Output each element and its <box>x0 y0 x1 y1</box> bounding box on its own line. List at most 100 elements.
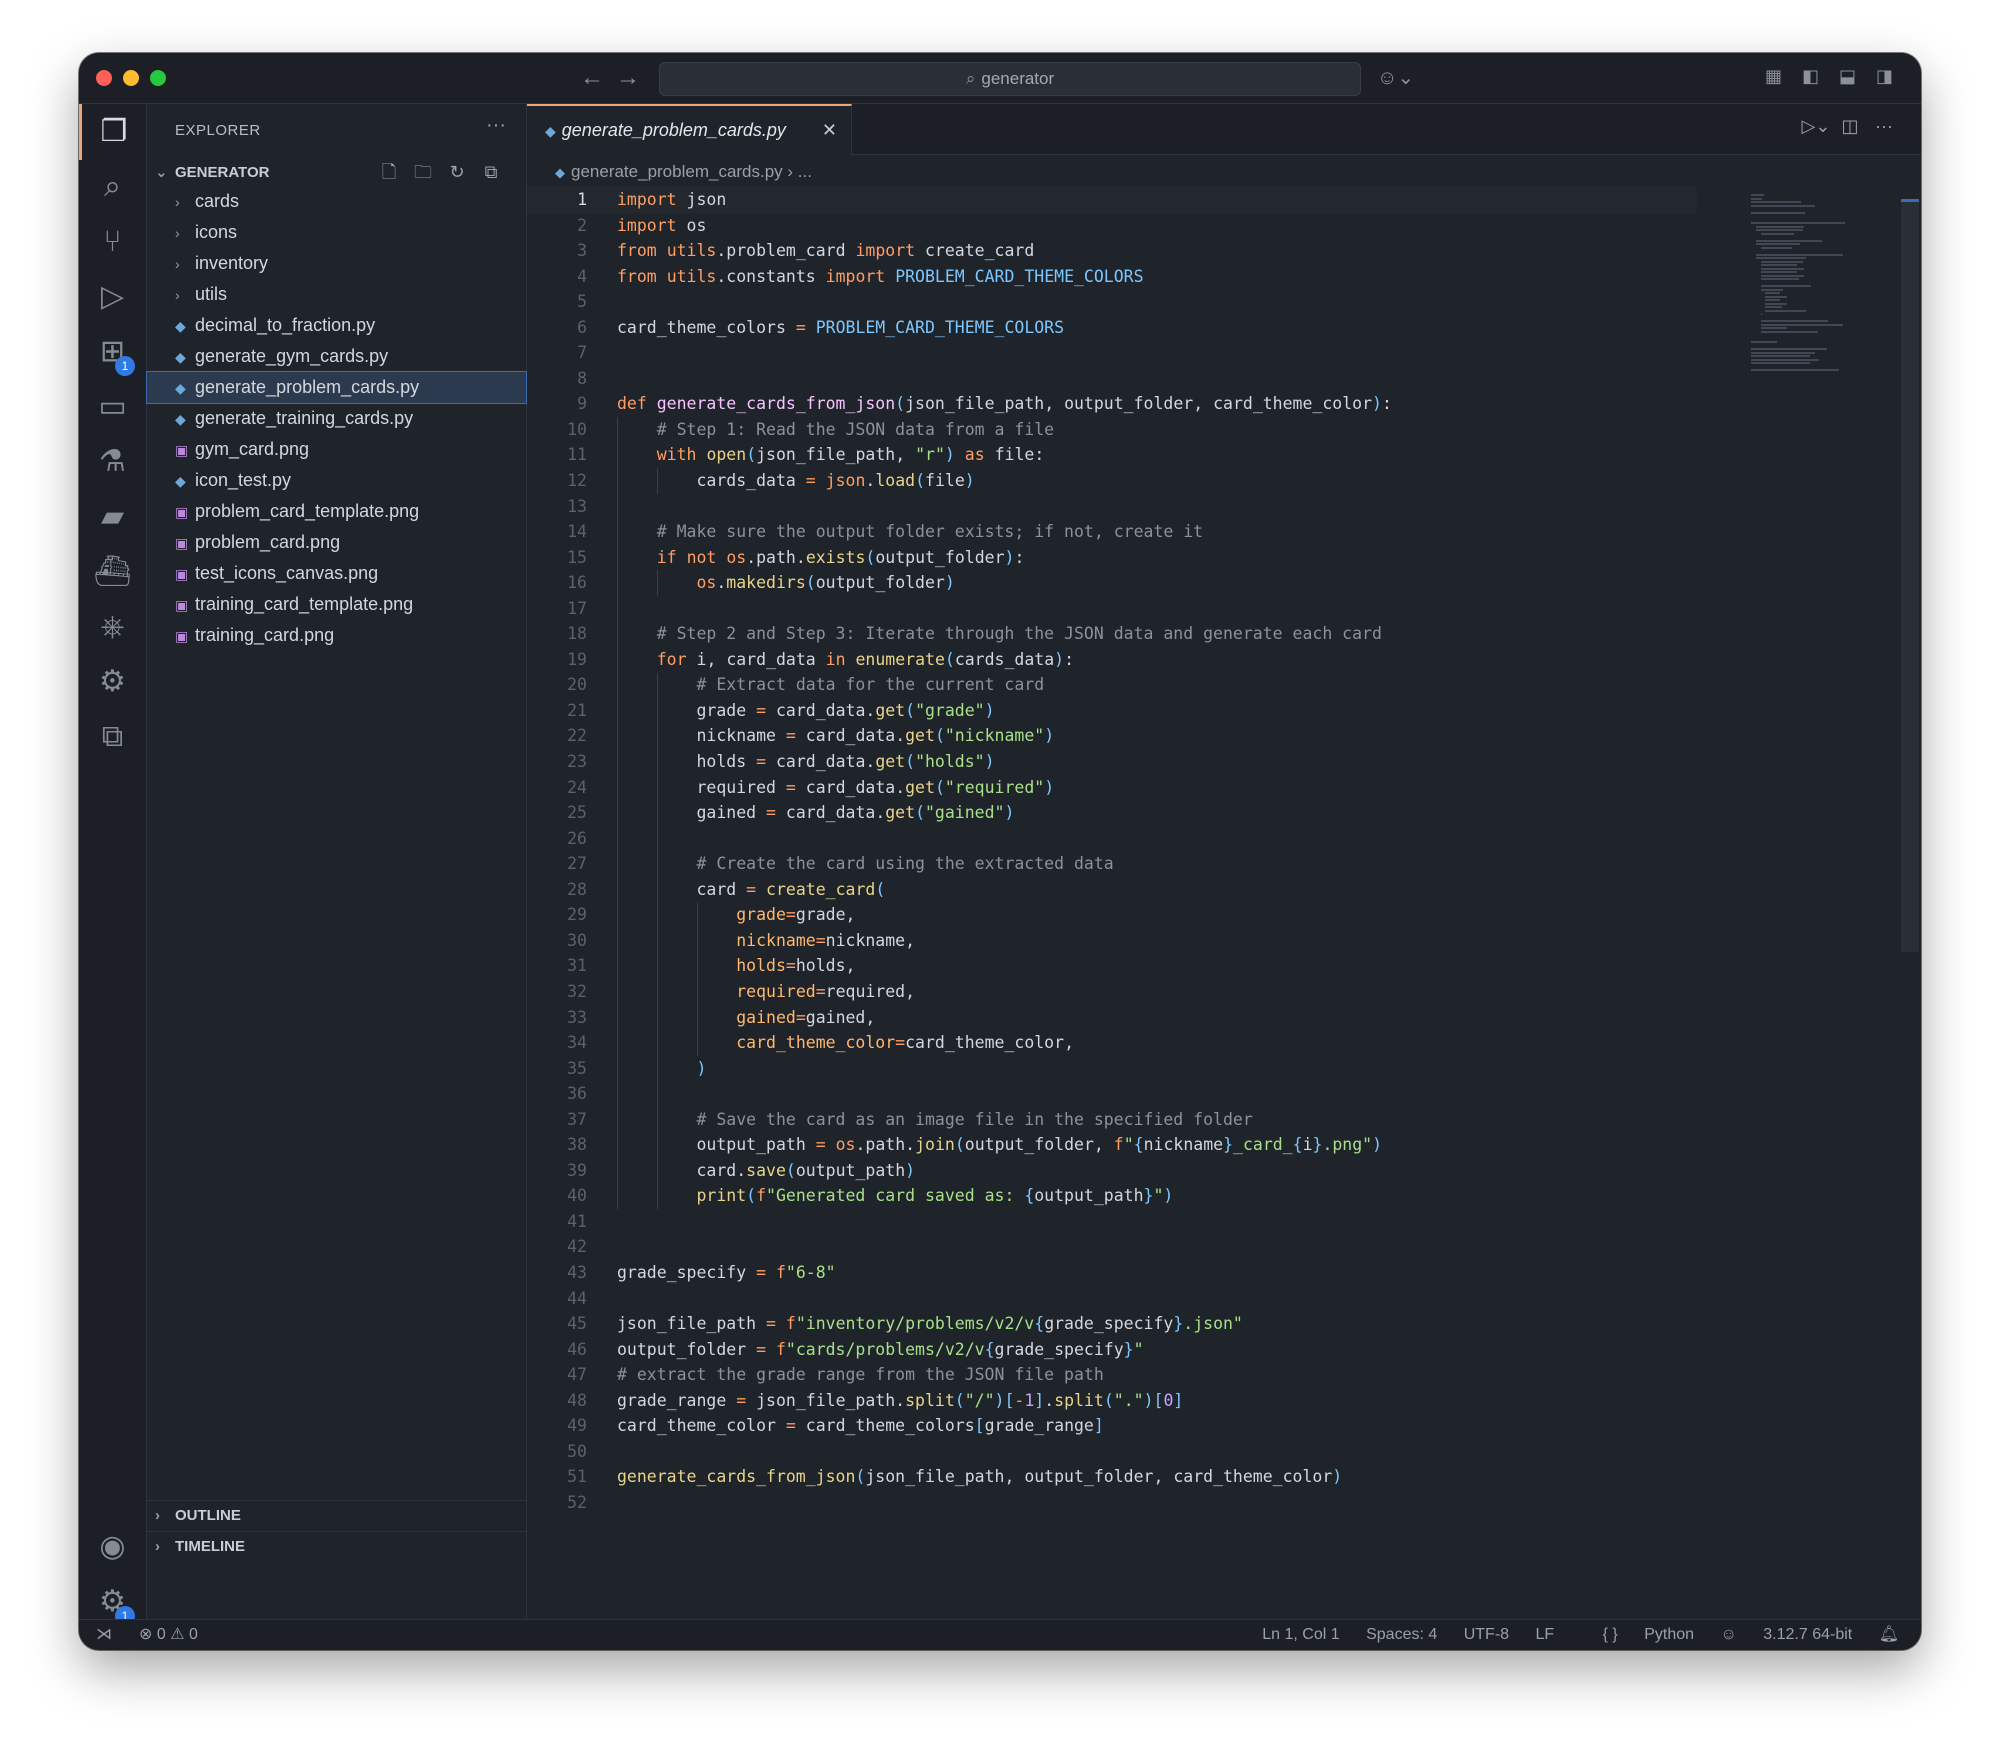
code-line[interactable]: 9 def generate_cards_from_json(json_file_… <box>527 391 1697 417</box>
code-line[interactable]: 31 holds=holds, <box>527 953 1697 979</box>
code-line[interactable]: 39 card.save(output_path) <box>527 1158 1697 1184</box>
code-line[interactable]: 7 <box>527 340 1697 366</box>
docker-icon[interactable]: ⛴ <box>79 544 146 600</box>
tree-file[interactable]: ▣ training_card_template.png <box>147 589 526 620</box>
code-line[interactable]: 33 gained=gained, <box>527 1005 1697 1031</box>
code-line[interactable]: 40 print(f"Generated card saved as: {out… <box>527 1183 1697 1209</box>
remote-explorer-icon[interactable]: ▭ <box>79 379 146 435</box>
code-line[interactable]: 10 # Step 1: Read the JSON data from a f… <box>527 417 1697 443</box>
tree-file[interactable]: ◆ generate_gym_cards.py <box>147 341 526 372</box>
end-of-line[interactable]: LF <box>1536 1626 1555 1643</box>
source-control-icon[interactable]: ⑂ <box>79 214 146 270</box>
explorer-icon[interactable]: ❐ <box>79 104 146 160</box>
notifications-bell-icon[interactable]: 🔔︎ <box>1879 1626 1899 1643</box>
code-line[interactable]: 50 <box>527 1439 1697 1465</box>
code-line[interactable]: 52 <box>527 1490 1697 1516</box>
tree-file[interactable]: ▣ test_icons_canvas.png <box>147 558 526 589</box>
code-line[interactable]: 26 <box>527 826 1697 852</box>
toggle-primary-sidebar-icon[interactable]: ◧ <box>1792 66 1829 87</box>
code-line[interactable]: 51 generate_cards_from_json(json_file_pat… <box>527 1464 1697 1490</box>
code-line[interactable]: 6 card_theme_colors = PROBLEM_CARD_THEME_… <box>527 315 1697 341</box>
code-line[interactable]: 12 cards_data = json.load(file) <box>527 468 1697 494</box>
code-line[interactable]: 5 <box>527 289 1697 315</box>
image-preview-icon[interactable]: ▰ <box>79 489 146 545</box>
tree-folder[interactable]: › inventory <box>147 248 526 279</box>
indentation[interactable]: Spaces: 4 <box>1366 1626 1437 1643</box>
code-line[interactable]: 29 grade=grade, <box>527 902 1697 928</box>
code-line[interactable]: 30 nickname=nickname, <box>527 928 1697 954</box>
code-line[interactable]: 11 with open(json_file_path, "r") as fil… <box>527 442 1697 468</box>
minimap[interactable] <box>1751 194 1861 371</box>
remote-indicator-icon[interactable]: ⋊ <box>79 1620 129 1650</box>
code-line[interactable]: 47 # extract the grade range from the JSO… <box>527 1362 1697 1388</box>
code-line[interactable]: 24 required = card_data.get("required") <box>527 775 1697 801</box>
code-line[interactable]: 19 for i, card_data in enumerate(cards_d… <box>527 647 1697 673</box>
code-line[interactable]: 3 from utils.problem_card import create_c… <box>527 238 1697 264</box>
code-line[interactable]: 36 <box>527 1081 1697 1107</box>
code-line[interactable]: 25 gained = card_data.get("gained") <box>527 800 1697 826</box>
tree-folder[interactable]: › utils <box>147 279 526 310</box>
timeline-section[interactable]: › TIMELINE <box>147 1531 526 1562</box>
tree-file[interactable]: ▣ training_card.png <box>147 620 526 651</box>
settings-sync-icon[interactable]: ⚙ <box>79 654 146 710</box>
split-editor-icon[interactable]: ◫ <box>1833 116 1867 137</box>
extensions-icon[interactable]: ⊞ 1 <box>79 324 146 380</box>
code-line[interactable]: 43 grade_specify = f"6-8" <box>527 1260 1697 1286</box>
tree-file[interactable]: ◆ generate_problem_cards.py <box>146 371 527 404</box>
toggle-panel-icon[interactable]: ⬓ <box>1829 66 1866 87</box>
code-line[interactable]: 45 json_file_path = f"inventory/problems/… <box>527 1311 1697 1337</box>
code-line[interactable]: 23 holds = card_data.get("holds") <box>527 749 1697 775</box>
customize-layout-icon[interactable]: ▦ <box>1755 66 1792 87</box>
forward-arrow-icon[interactable]: → <box>610 64 646 92</box>
breadcrumb-file[interactable]: generate_problem_cards.py <box>571 162 783 181</box>
code-line[interactable]: 27 # Create the card using the extracted… <box>527 851 1697 877</box>
editor-scrollbar[interactable] <box>1901 199 1919 952</box>
code-line[interactable]: 8 <box>527 366 1697 392</box>
code-line[interactable]: 15 if not os.path.exists(output_folder): <box>527 545 1697 571</box>
code-editor[interactable]: 1 import json 2 import os 3 from utils.proble… <box>527 187 1697 1515</box>
back-arrow-icon[interactable]: ← <box>574 64 610 92</box>
command-center-search[interactable]: ⌕ generator <box>659 62 1361 96</box>
python-interpreter[interactable]: 3.12.7 64-bit <box>1763 1626 1852 1643</box>
tree-file[interactable]: ◆ decimal_to_fraction.py <box>147 310 526 341</box>
search-view-icon[interactable]: ⌕ <box>79 159 146 215</box>
maximize-window-button[interactable] <box>150 70 166 86</box>
tree-file[interactable]: ◆ generate_training_cards.py <box>147 403 526 434</box>
more-actions-icon[interactable]: ··· <box>486 114 506 137</box>
breadcrumb-more[interactable]: ... <box>798 162 812 181</box>
copilot-menu-icon[interactable]: ☺⌄ <box>1377 65 1414 90</box>
code-line[interactable]: 22 nickname = card_data.get("nickname") <box>527 723 1697 749</box>
code-line[interactable]: 21 grade = card_data.get("grade") <box>527 698 1697 724</box>
code-line[interactable]: 48 grade_range = json_file_path.split("/"… <box>527 1388 1697 1414</box>
code-line[interactable]: 38 output_path = os.path.join(output_fol… <box>527 1132 1697 1158</box>
code-line[interactable]: 49 card_theme_color = card_theme_colors[g… <box>527 1413 1697 1439</box>
run-python-icon[interactable]: ▷⌄ <box>1799 116 1833 137</box>
code-line[interactable]: 16 os.makedirs(output_folder) <box>527 570 1697 596</box>
run-debug-icon[interactable]: ▷ <box>79 269 146 325</box>
code-line[interactable]: 37 # Save the card as an image file in t… <box>527 1107 1697 1133</box>
code-line[interactable]: 44 <box>527 1286 1697 1312</box>
minimize-window-button[interactable] <box>123 70 139 86</box>
copilot-status-icon[interactable]: ☺ <box>1720 1626 1736 1643</box>
encoding[interactable]: UTF-8 <box>1464 1626 1509 1643</box>
language-mode[interactable]: { } Python <box>1581 1626 1694 1643</box>
code-line[interactable]: 13 <box>527 494 1697 520</box>
problems-indicator[interactable]: ⊗ 0 ⚠ 0 <box>139 1620 198 1650</box>
code-line[interactable]: 2 import os <box>527 213 1697 239</box>
close-window-button[interactable] <box>96 70 112 86</box>
code-line[interactable]: 35 ) <box>527 1056 1697 1082</box>
code-line[interactable]: 32 required=required, <box>527 979 1697 1005</box>
tree-file[interactable]: ▣ problem_card_template.png <box>147 496 526 527</box>
tree-folder[interactable]: › cards <box>147 186 526 217</box>
code-line[interactable]: 46 output_folder = f"cards/problems/v2/v{… <box>527 1337 1697 1363</box>
testing-icon[interactable]: ⚗ <box>79 434 146 490</box>
code-line[interactable]: 20 # Extract data for the current card <box>527 672 1697 698</box>
tab-generate-problem-cards[interactable]: ◆ generate_problem_cards.py ✕ <box>527 104 852 156</box>
code-line[interactable]: 14 # Make sure the output folder exists;… <box>527 519 1697 545</box>
code-line[interactable]: 28 card = create_card( <box>527 877 1697 903</box>
code-line[interactable]: 4 from utils.constants import PROBLEM_CAR… <box>527 264 1697 290</box>
toggle-secondary-sidebar-icon[interactable]: ◨ <box>1866 66 1903 87</box>
collapse-all-icon[interactable]: ⧉ <box>474 162 508 183</box>
cursor-position[interactable]: Ln 1, Col 1 <box>1262 1626 1339 1643</box>
workspace-section-header[interactable]: ⌄ GENERATOR <box>155 163 269 181</box>
